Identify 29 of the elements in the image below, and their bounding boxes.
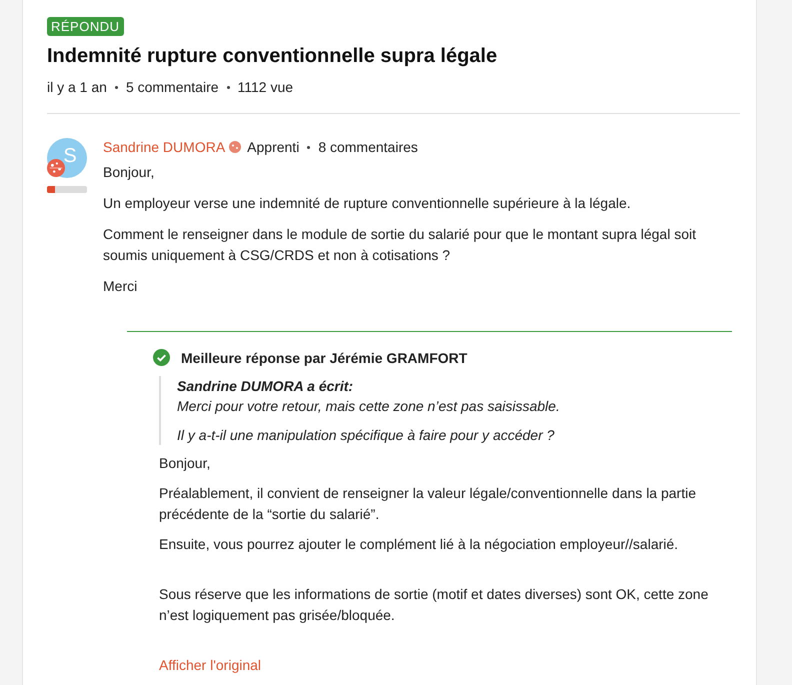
best-answer-heading: Meilleure réponse par Jérémie GRAMFORT [181,350,468,366]
separator-dot [226,86,230,88]
avatar-letter: S [63,144,77,168]
author-link[interactable]: Sandrine DUMORA [103,138,226,156]
topic-stat: 5 commentaire [126,79,219,95]
rank-meter [47,186,87,193]
separator-dot [114,86,118,88]
quote-author: Sandrine DUMORA a écrit: [177,377,354,396]
answer-paragraph: Bonjour, [159,454,212,473]
topic-stat: 1112 vue [238,79,294,95]
post-paragraph: Merci [103,277,138,296]
topic-title: Indemnité rupture conventionnelle supra légale [47,44,498,68]
rank-label: Apprenti [247,138,300,156]
rank-badge-icon [229,141,242,153]
quote-paragraph: Il y a-t-il une manipulation spécifique à faire pour y accéder ? [177,426,556,445]
topic-stat: il y a 1 an [47,79,107,95]
post-paragraph: Comment le renseigner dans le module de sortie du salarié pour que le montant supra légal soit soumis uniquement à CSG/CRDS et non à cotisations ? [103,225,698,265]
rank-badge-icon [47,159,65,177]
status-badge: RÉPONDU [47,17,124,36]
post-paragraph: Bonjour, [103,163,156,182]
show-original-link[interactable]: Afficher l'original [159,657,262,673]
post-paragraph: Un employeur verse une indemnité de rupture conventionnelle supérieure à la légale. [103,194,632,213]
check-circle-icon [153,349,170,366]
quote-paragraph: Merci pour votre retour, mais cette zone n’est pas saisissable. [177,397,561,416]
separator-dot [307,146,310,148]
answer-paragraph: Sous réserve que les informations de sortie (motif et dates diverses) sont OK, cette zone n’est logiquement pas grisée/bloquée. [159,585,710,625]
author-stats: 8 commentaires [318,138,418,156]
answer-paragraph: Ensuite, vous pourrez ajouter le complément lié à la négociation employeur//salarié. [159,535,680,554]
answer-paragraph: Préalablement, il convient de renseigner la valeur légale/conventionnelle dans la partie précédente de la “sortie du salarié”. [159,484,698,524]
